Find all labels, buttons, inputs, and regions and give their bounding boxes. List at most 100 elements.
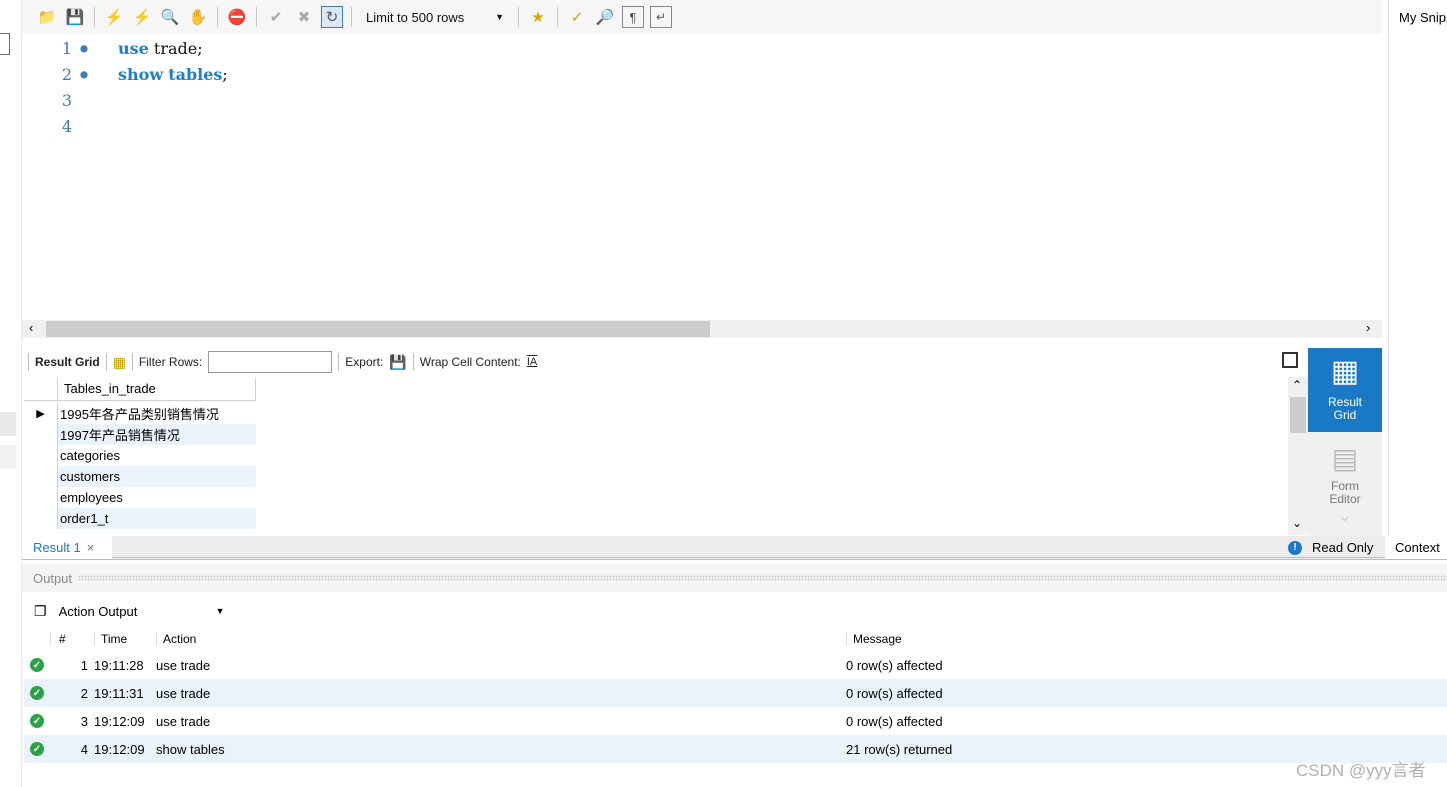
toolbar-separator [518, 7, 519, 27]
form-editor-button[interactable]: ▤ Form Editor ⌄ [1308, 432, 1382, 536]
column-header[interactable]: Time [94, 632, 156, 646]
row-selector [24, 508, 58, 529]
limit-rows-select[interactable]: Limit to 500 rows ▼ [360, 6, 510, 28]
output-panel-header: Output [22, 564, 1447, 592]
row-selector [24, 487, 58, 508]
tab-context[interactable]: Context [1385, 536, 1447, 559]
stop-icon[interactable]: ✋ [187, 6, 209, 28]
beautify-icon[interactable]: ✓ [566, 6, 588, 28]
scrollbar-thumb[interactable] [46, 321, 710, 337]
toolbar-separator [338, 353, 340, 371]
table-cell[interactable]: 1997年产品销售情况 [58, 424, 256, 445]
left-panel-tab-2[interactable] [0, 445, 16, 469]
scroll-right-icon[interactable]: › [1366, 320, 1370, 335]
result-grid-label: Result Grid [35, 355, 100, 369]
result-grid[interactable]: Tables_in_trade ▶ 1995年各产品类别销售情况 1997年产品… [24, 377, 1286, 535]
rollback-icon[interactable]: ✖ [293, 6, 315, 28]
chevron-down-icon: ▼ [495, 12, 504, 22]
grid-columns-icon[interactable]: ▦ [113, 354, 126, 371]
snippets-tab[interactable]: My Snipp [1388, 0, 1447, 34]
panel-grip [78, 575, 1447, 581]
grid-icon: ▦ [1330, 355, 1360, 388]
table-row[interactable]: employees [24, 487, 256, 508]
table-row[interactable]: order1_t [24, 508, 256, 529]
column-header[interactable]: # [50, 632, 94, 646]
line-number: 4 [61, 116, 72, 136]
invisible-chars-icon[interactable]: ¶ [622, 6, 644, 28]
sql-editor[interactable]: 1 ● use trade; 2 ● show tables; 3 4 [22, 34, 1382, 320]
table-cell[interactable]: 1995年各产品类别销售情况 [58, 403, 282, 424]
right-side-panel [1388, 34, 1447, 536]
toolbar-separator [351, 7, 352, 27]
scroll-down-icon[interactable]: ⌄ [1292, 516, 1302, 530]
table-row[interactable]: ▶ 1995年各产品类别销售情况 [24, 403, 282, 424]
row-time: 19:11:31 [94, 685, 144, 701]
line-number: 1 [61, 38, 72, 58]
toggle-continue-icon[interactable]: ⛔ [226, 6, 248, 28]
success-check-icon: ✓ [30, 686, 44, 700]
scrollbar-thumb[interactable] [1290, 397, 1306, 433]
code-text: use trade; [118, 38, 203, 58]
row-time: 19:11:28 [94, 657, 144, 673]
table-cell[interactable]: categories [58, 445, 256, 466]
row-selector-header [24, 377, 58, 401]
row-number: 2 [80, 685, 88, 701]
tab-result-1[interactable]: Result 1 × [22, 536, 112, 559]
add-snippet-icon[interactable]: ★ [527, 6, 549, 28]
autocommit-icon[interactable]: ↻ [321, 6, 343, 28]
context-tab-label: Context [1395, 540, 1440, 555]
execute-icon[interactable]: ⚡ [103, 6, 125, 28]
left-panel-tab[interactable] [0, 412, 16, 436]
column-header[interactable]: Message [846, 632, 1447, 646]
table-row[interactable]: ✓ 3 19:12:09 use trade 0 row(s) affected [24, 707, 1447, 735]
row-number: 1 [80, 657, 88, 673]
toolbar-separator [412, 353, 414, 371]
form-editor-button-label-2: Editor [1329, 492, 1361, 506]
table-cell[interactable]: order1_t [58, 508, 256, 529]
wrap-icon[interactable]: ↵ [650, 6, 672, 28]
toolbar-separator [131, 353, 133, 371]
filter-rows-input[interactable] [208, 351, 333, 373]
find-icon[interactable]: 🔎 [594, 6, 616, 28]
left-panel-handle[interactable] [0, 33, 10, 55]
table-row[interactable]: categories [24, 445, 256, 466]
export-label: Export: [345, 355, 384, 369]
toolbar-separator [557, 7, 558, 27]
toggle-side-panel-icon[interactable] [1282, 352, 1298, 368]
column-header[interactable]: Tables_in_trade [58, 377, 256, 401]
result-grid-button-label-2: Grid [1333, 408, 1357, 422]
row-message: 21 row(s) returned [846, 741, 953, 757]
table-row[interactable]: ✓ 1 19:11:28 use trade 0 row(s) affected [24, 651, 1447, 679]
line-number: 3 [61, 90, 72, 110]
result-grid-button[interactable]: ▦ Result Grid [1308, 348, 1382, 432]
table-row[interactable]: ✓ 4 19:12:09 show tables 21 row(s) retur… [24, 735, 1447, 763]
table-row[interactable]: ✓ 2 19:11:31 use trade 0 row(s) affected [24, 679, 1447, 707]
chevron-down-icon: ▼ [215, 606, 225, 616]
toolbar-separator [28, 353, 29, 371]
copy-icon[interactable]: ❐ [34, 603, 47, 620]
table-cell[interactable]: employees [58, 487, 256, 508]
output-mode-select[interactable]: Action Output ▼ [59, 604, 229, 619]
commit-icon[interactable]: ✔ [265, 6, 287, 28]
grid-header-row: Tables_in_trade [24, 377, 256, 401]
scroll-up-icon[interactable]: ⌃ [1292, 378, 1302, 392]
success-check-icon: ✓ [30, 658, 44, 672]
row-number: 3 [80, 713, 88, 729]
success-check-icon: ✓ [30, 714, 44, 728]
toolbar-separator [217, 7, 218, 27]
scroll-left-icon[interactable]: ‹ [29, 320, 33, 335]
table-cell[interactable]: customers [58, 466, 256, 487]
open-file-icon[interactable]: 📁 [36, 6, 58, 28]
chevron-down-icon[interactable]: ⌄ [1338, 509, 1351, 525]
save-icon[interactable]: 💾 [64, 6, 86, 28]
table-row[interactable]: 1997年产品销售情况 [24, 424, 256, 445]
column-header[interactable]: Action [156, 632, 846, 646]
output-toolbar: ❐ Action Output ▼ [22, 596, 1447, 626]
table-row[interactable]: customers [24, 466, 256, 487]
export-icon[interactable]: 💾 [389, 354, 406, 371]
watermark: CSDN @yyy言者 [1296, 761, 1426, 780]
execute-current-icon[interactable]: ⚡ [131, 6, 153, 28]
explain-icon[interactable]: 🔍 [159, 6, 181, 28]
close-icon[interactable]: × [87, 540, 95, 555]
wrap-cell-icon[interactable]: IA [527, 356, 537, 368]
